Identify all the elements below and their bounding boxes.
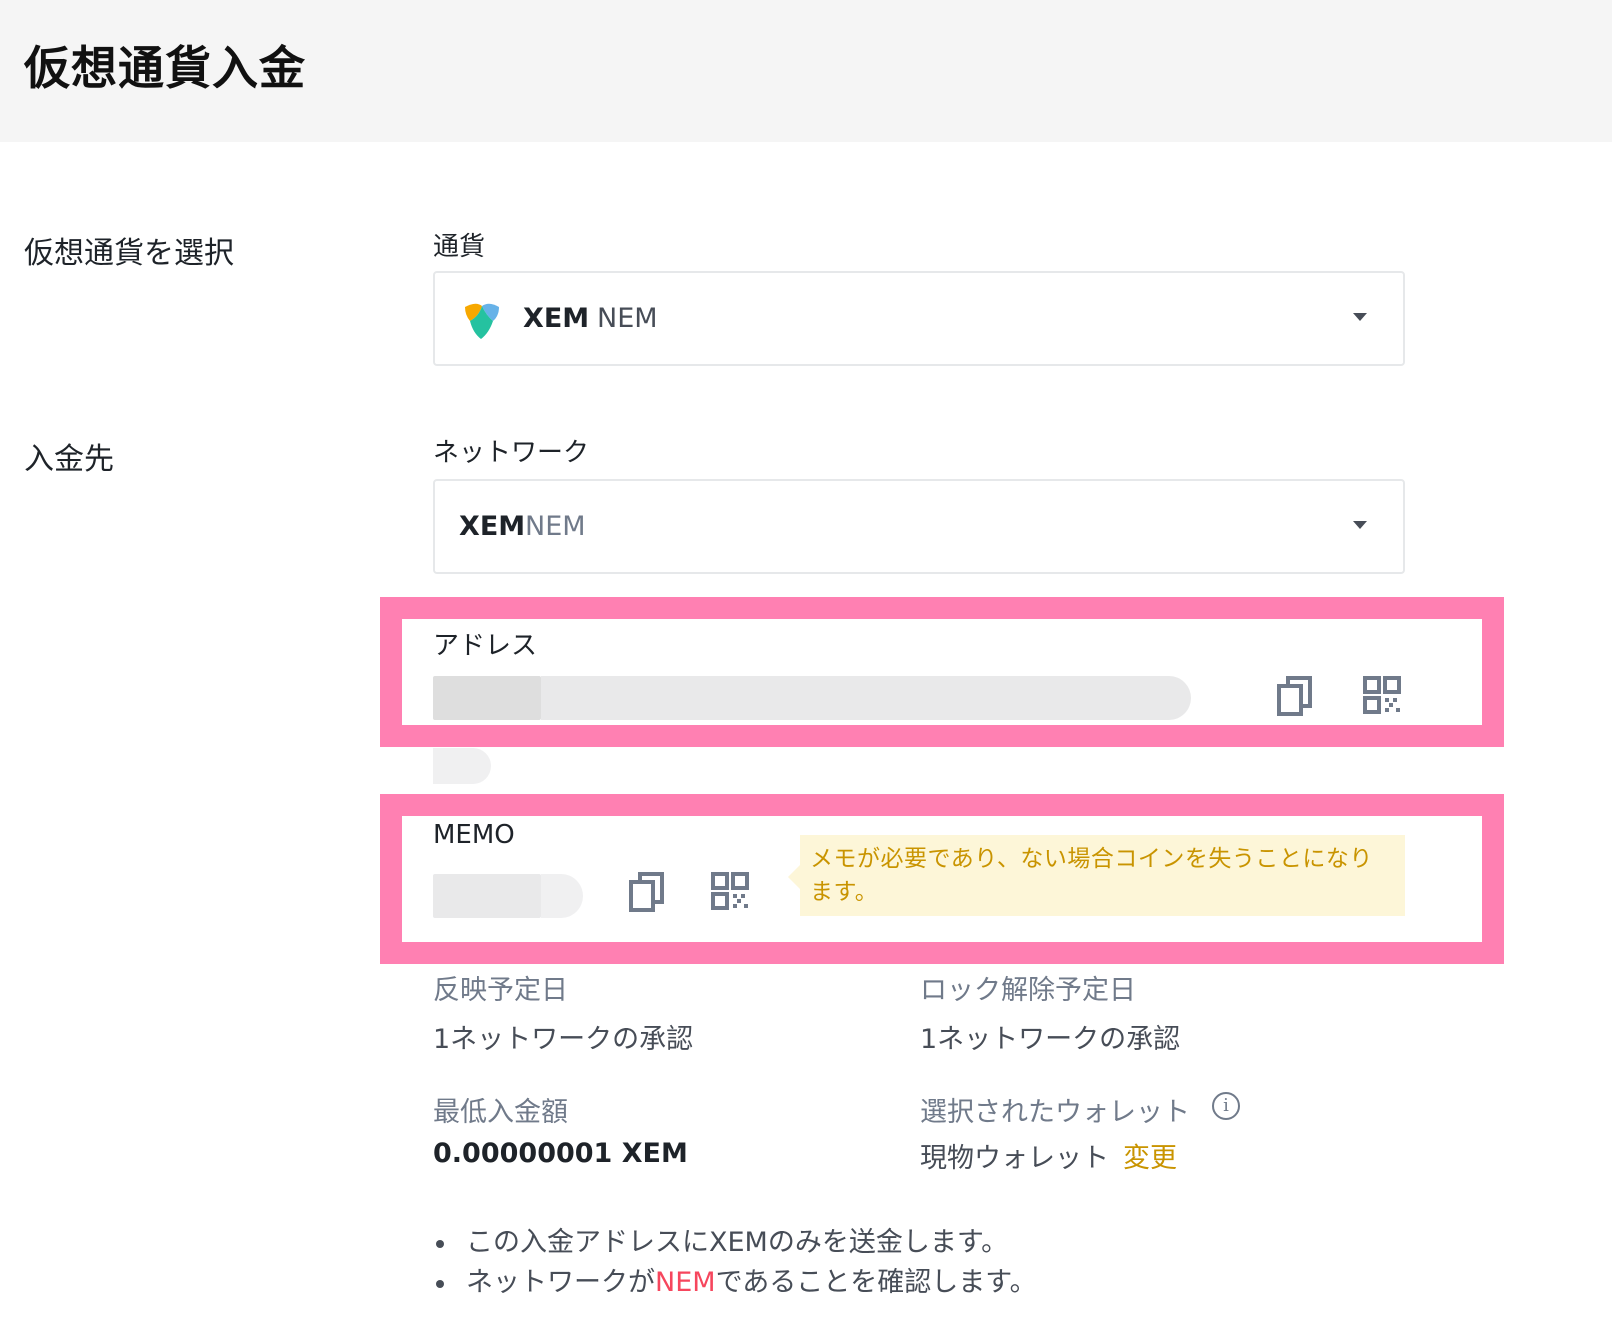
memo-label: MEMO (433, 820, 515, 850)
expected-arrival-label: 反映予定日 (433, 975, 568, 1006)
page-header: 仮想通貨入金 (0, 0, 1612, 142)
coin-select[interactable]: XEM NEM (433, 271, 1405, 366)
note-text: であることを確認します。 (715, 1267, 1037, 1298)
selected-wallet-label: 選択されたウォレット (920, 1097, 1190, 1128)
network-select[interactable]: XEM NEM (433, 479, 1405, 574)
selected-wallet-value: 現物ウォレット (920, 1143, 1109, 1174)
list-item: この入金アドレスにXEMのみを送金します。 (436, 1223, 1037, 1263)
coin-code: XEM (523, 303, 590, 334)
copy-icon[interactable] (629, 870, 669, 914)
address-highlight-frame (380, 597, 1504, 747)
expected-arrival-value: 1ネットワークの承認 (433, 1024, 694, 1055)
change-wallet-link[interactable]: 変更 (1123, 1143, 1177, 1174)
memo-warning-tooltip: メモが必要であり、ない場合コインを失うことになります。 (788, 835, 1405, 916)
memo-value-redacted (433, 874, 541, 918)
min-deposit-value: 0.00000001 XEM (433, 1138, 688, 1169)
address-label: アドレス (433, 631, 538, 661)
info-icon[interactable]: i (1212, 1092, 1240, 1120)
copy-icon[interactable] (1277, 674, 1317, 718)
nem-logo-icon (465, 303, 499, 339)
address-value-redacted (541, 676, 1191, 720)
chevron-down-icon (1353, 521, 1367, 529)
network-name: NEM (525, 511, 586, 542)
list-item: ネットワークがNEMであることを確認します。 (436, 1263, 1037, 1303)
note-text: ネットワークが (466, 1267, 655, 1298)
address-value-redacted (433, 676, 541, 720)
select-crypto-section-label: 仮想通貨を選択 (24, 236, 234, 271)
network-field-label: ネットワーク (433, 438, 590, 468)
coin-field-label: 通貨 (433, 232, 486, 262)
note-network-highlight: NEM (655, 1267, 716, 1298)
coin-name: NEM (597, 303, 658, 334)
address-value-redacted-line2 (433, 748, 491, 784)
page-title: 仮想通貨入金 (24, 41, 306, 95)
expected-unlock-label: ロック解除予定日 (920, 975, 1136, 1006)
chevron-down-icon (1353, 313, 1367, 321)
memo-value-redacted (541, 874, 583, 918)
deposit-notes-list: この入金アドレスにXEMのみを送金します。 ネットワークがNEMであることを確認… (436, 1223, 1037, 1303)
expected-unlock-value: 1ネットワークの承認 (920, 1024, 1181, 1055)
selected-wallet-row: 現物ウォレット 変更 (920, 1136, 1177, 1175)
min-deposit-label: 最低入金額 (433, 1097, 568, 1128)
deposit-to-section-label: 入金先 (24, 442, 114, 477)
qr-code-icon[interactable] (711, 870, 751, 914)
note-text: この入金アドレスにXEMのみを送金します。 (466, 1227, 1009, 1258)
qr-code-icon[interactable] (1363, 674, 1403, 718)
network-code: XEM (459, 511, 526, 542)
